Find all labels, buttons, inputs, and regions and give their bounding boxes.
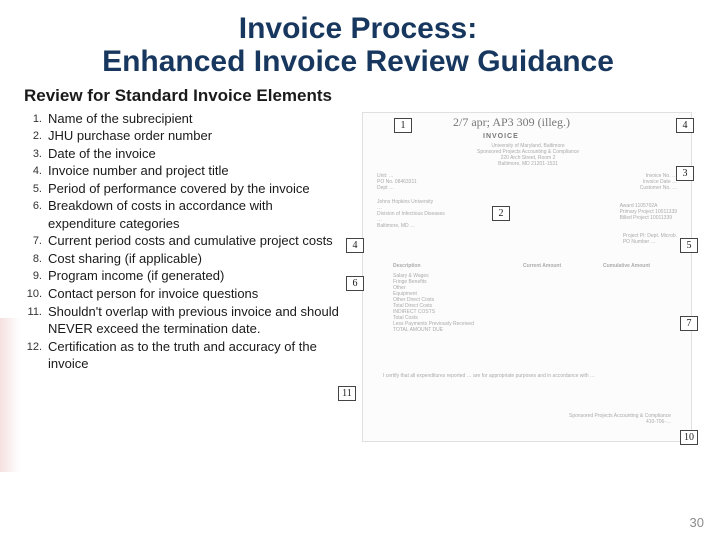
cost-rows: Salary & WagesFringe BenefitsOtherEquipm… [393, 273, 474, 333]
list-item: 7.Current period costs and cumulative pr… [24, 232, 344, 250]
award-block: Award 1105702APrimary Project 10011339Bi… [620, 203, 677, 221]
list-item: 1.Name of the subrecipient [24, 110, 344, 128]
col-current: Current Amount [523, 263, 561, 269]
list-item: 10.Contact person for invoice questions [24, 285, 344, 303]
section-heading: Review for Standard Invoice Elements [24, 86, 692, 106]
callout-10: 10 [680, 430, 698, 445]
list-item: 8.Cost sharing (if applicable) [24, 250, 344, 268]
po-block: Unit: …PO No. 08463311Dept … [377, 173, 417, 191]
review-elements-list: 1.Name of the subrecipient 2.JHU purchas… [24, 110, 344, 442]
item-text: Cost sharing (if applicable) [48, 250, 344, 268]
callout-4b: 4 [346, 238, 364, 253]
list-item: 5.Period of performance covered by the i… [24, 180, 344, 198]
item-text: Breakdown of costs in accordance with ex… [48, 197, 344, 232]
item-text: Invoice number and project title [48, 162, 344, 180]
item-text: Program income (if generated) [48, 267, 344, 285]
pi-block: Project PI: Dept. Microb.PO Number … [623, 233, 677, 245]
invoice-header-word: INVOICE [483, 133, 519, 140]
list-item: 3.Date of the invoice [24, 145, 344, 163]
item-text: Shouldn't overlap with previous invoice … [48, 303, 344, 338]
item-text: JHU purchase order number [48, 127, 344, 145]
callout-4a: 4 [676, 118, 694, 133]
page-number: 30 [690, 515, 704, 530]
callout-11: 11 [338, 386, 356, 401]
slide-title: Invoice Process:Enhanced Invoice Review … [24, 12, 692, 78]
signature-block: Sponsored Projects Accounting & Complian… [569, 413, 671, 425]
handwritten-note: 2/7 apr; AP3 309 (illeg.) [453, 115, 570, 130]
decorative-red-bar [0, 318, 20, 472]
item-text: Current period costs and cumulative proj… [48, 232, 344, 250]
list-item: 6.Breakdown of costs in accordance with … [24, 197, 344, 232]
invoice-meta: Invoice No. …Invoice Date …Customer No. … [640, 173, 677, 191]
callout-1: 1 [394, 118, 412, 133]
item-text: Contact person for invoice questions [48, 285, 344, 303]
callout-5: 5 [680, 238, 698, 253]
list-item: 9.Program income (if generated) [24, 267, 344, 285]
item-text: Name of the subrecipient [48, 110, 344, 128]
title-line1: Invoice Process:Enhanced Invoice Review … [102, 12, 614, 78]
payee-address: University of Maryland, BaltimoreSponsor… [463, 143, 593, 167]
cert-text: I certify that all expenditures reported… [383, 373, 673, 379]
sample-invoice-image: 2/7 apr; AP3 309 (illeg.) INVOICE Univer… [362, 112, 692, 442]
annotated-invoice-figure: 2/7 apr; AP3 309 (illeg.) INVOICE Univer… [352, 110, 692, 442]
item-text: Certification as to the truth and accura… [48, 338, 344, 373]
callout-7: 7 [680, 316, 698, 331]
item-text: Date of the invoice [48, 145, 344, 163]
callout-2: 2 [492, 206, 510, 221]
callout-6: 6 [346, 276, 364, 291]
item-text: Period of performance covered by the inv… [48, 180, 344, 198]
col-cum: Cumulative Amount [603, 263, 650, 269]
billto-block: Johns Hopkins University…Division of Inf… [377, 199, 445, 229]
col-desc: Description [393, 263, 421, 269]
list-item: 2.JHU purchase order number [24, 127, 344, 145]
list-item: 12.Certification as to the truth and acc… [24, 338, 344, 373]
callout-3: 3 [676, 166, 694, 181]
list-item: 11.Shouldn't overlap with previous invoi… [24, 303, 344, 338]
list-item: 4.Invoice number and project title [24, 162, 344, 180]
